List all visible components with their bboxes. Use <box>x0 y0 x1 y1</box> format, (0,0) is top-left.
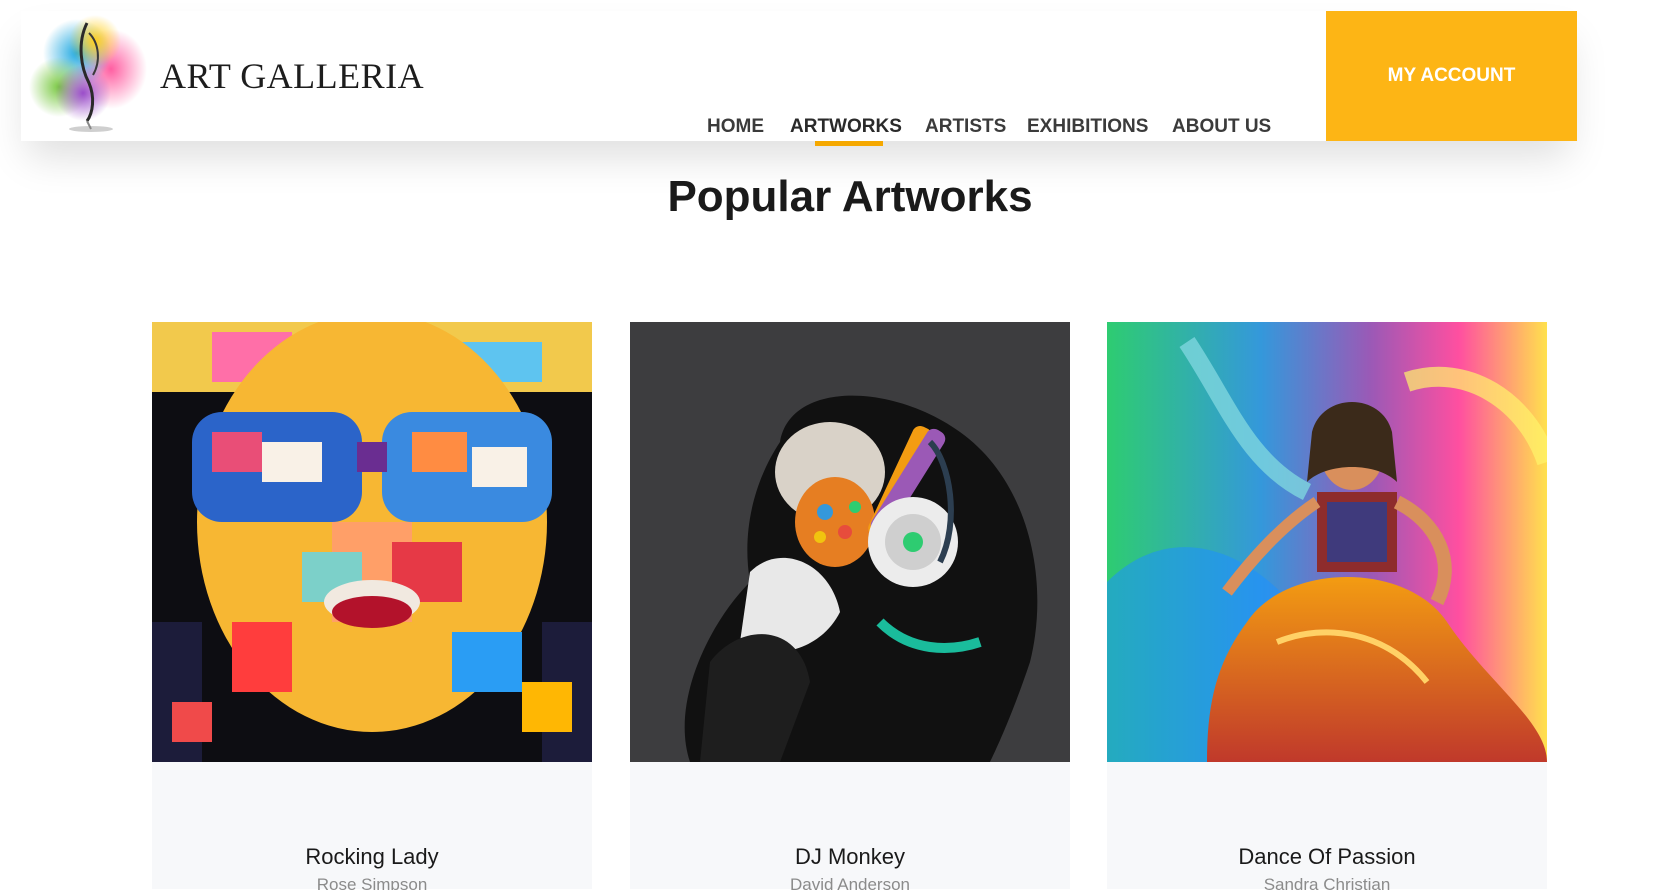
artwork-image-rocking-lady[interactable] <box>152 322 592 762</box>
artwork-image-dance-of-passion[interactable] <box>1107 322 1547 762</box>
nav-exhibitions[interactable]: EXHIBITIONS <box>1027 116 1148 138</box>
section-title: Popular Artworks <box>667 172 1033 221</box>
brand-name[interactable]: ART GALLERIA <box>160 55 424 97</box>
artwork-card[interactable]: Rocking Lady Rose Simpson <box>152 322 592 890</box>
artwork-card[interactable]: DJ Monkey David Anderson <box>630 322 1070 890</box>
nav-active-indicator <box>815 141 883 146</box>
artwork-title[interactable]: Rocking Lady <box>152 844 592 870</box>
nav-artworks[interactable]: ARTWORKS <box>790 116 902 138</box>
nav-artists[interactable]: ARTISTS <box>925 116 1006 138</box>
artwork-card[interactable]: Dance Of Passion Sandra Christian <box>1107 322 1547 890</box>
artwork-title[interactable]: DJ Monkey <box>630 844 1070 870</box>
my-account-button[interactable]: MY ACCOUNT <box>1326 11 1577 141</box>
logo-icon[interactable] <box>29 13 147 139</box>
artwork-artist[interactable]: Sandra Christian <box>1107 875 1547 890</box>
artwork-title[interactable]: Dance Of Passion <box>1107 844 1547 870</box>
artwork-artist[interactable]: David Anderson <box>630 875 1070 890</box>
nav-home[interactable]: HOME <box>707 116 764 138</box>
nav-about-us[interactable]: ABOUT US <box>1172 116 1271 138</box>
artwork-image-dj-monkey[interactable] <box>630 322 1070 762</box>
artwork-artist[interactable]: Rose Simpson <box>152 875 592 890</box>
